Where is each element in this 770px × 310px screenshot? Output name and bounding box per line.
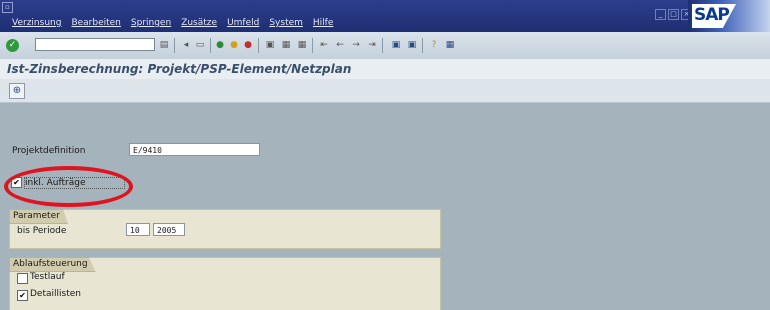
find-icon[interactable]: ▦: [280, 39, 292, 51]
shortcut-icon[interactable]: ▣: [406, 39, 418, 51]
left-arrow-icon[interactable]: ◂: [180, 39, 192, 51]
bis-periode-label: bis Periode: [17, 226, 67, 236]
previous-page-icon[interactable]: ←: [334, 39, 346, 51]
menu-hilfe[interactable]: Hilfe: [313, 18, 333, 28]
menu-bar: ▫ Verzinsung Bearbeiten Springen Zusätze…: [0, 0, 770, 32]
projektdefinition-label: Projektdefinition: [12, 146, 86, 156]
back-icon[interactable]: ●: [214, 39, 226, 51]
toolbar-separator: [312, 38, 313, 53]
create-session-icon[interactable]: ▣: [390, 39, 402, 51]
last-page-icon[interactable]: ⇥: [366, 39, 378, 51]
command-field[interactable]: [35, 38, 155, 51]
toolbar-separator: [210, 38, 211, 53]
jahr-input[interactable]: 2005: [153, 223, 185, 236]
help-icon[interactable]: ?: [428, 39, 440, 51]
minimize-icon[interactable]: _: [655, 9, 666, 20]
page-title: Ist-Zinsberechnung: Projekt/PSP-Element/…: [7, 62, 352, 76]
menu-umfeld[interactable]: Umfeld: [227, 18, 259, 28]
menu-zusaetze[interactable]: Zusätze: [181, 18, 217, 28]
print-icon[interactable]: ▣: [264, 39, 276, 51]
toolbar-separator: [422, 38, 423, 53]
enter-icon[interactable]: ✓: [6, 39, 19, 52]
sap-logo: SAP: [688, 0, 770, 32]
layout-menu-icon[interactable]: ▦: [444, 39, 456, 51]
execute-icon[interactable]: ⊕: [9, 83, 25, 99]
projektdefinition-input[interactable]: E/9410: [129, 143, 260, 156]
testlauf-checkbox[interactable]: [17, 273, 28, 284]
sap-logo-text: SAP: [694, 5, 730, 25]
periode-input[interactable]: 10: [126, 223, 150, 236]
window-controls: _ □ ×: [655, 9, 692, 20]
find-next-icon[interactable]: ▦: [296, 39, 308, 51]
detaillisten-label: Detaillisten: [30, 289, 81, 299]
exit-icon[interactable]: ●: [228, 39, 240, 51]
toolbar-separator: [258, 38, 259, 53]
first-page-icon[interactable]: ⇤: [318, 39, 330, 51]
ablaufsteuerung-group: Ablaufsteuerung: [9, 257, 441, 310]
screen-title-bar: Ist-Zinsberechnung: Projekt/PSP-Element/…: [0, 59, 770, 79]
toolbar-separator: [382, 38, 383, 53]
ablaufsteuerung-group-title: Ablaufsteuerung: [9, 257, 96, 272]
application-toolbar: ⊕: [0, 79, 770, 103]
detaillisten-checkbox[interactable]: ✔: [17, 290, 28, 301]
command-history-icon[interactable]: ▤: [158, 39, 170, 51]
menu-list: Verzinsung Bearbeiten Springen Zusätze U…: [12, 18, 333, 28]
system-menu-icon[interactable]: ▫: [2, 2, 13, 13]
save-icon[interactable]: ▭: [194, 39, 206, 51]
maximize-icon[interactable]: □: [668, 9, 679, 20]
parameter-group: Parameter: [9, 209, 441, 249]
menu-system[interactable]: System: [269, 18, 303, 28]
red-highlight-ellipse: [4, 166, 133, 207]
menu-bearbeiten[interactable]: Bearbeiten: [71, 18, 120, 28]
menu-verzinsung[interactable]: Verzinsung: [12, 18, 61, 28]
parameter-group-title: Parameter: [9, 209, 68, 224]
toolbar-separator: [174, 38, 175, 53]
cancel-icon[interactable]: ●: [242, 39, 254, 51]
testlauf-label: Testlauf: [30, 272, 65, 282]
next-page-icon[interactable]: →: [350, 39, 362, 51]
standard-toolbar: ✓ ▤ ◂ ▭ ● ● ● ▣ ▦ ▦ ⇤ ← → ⇥ ▣ ▣ ? ▦: [0, 32, 770, 60]
menu-springen[interactable]: Springen: [131, 18, 171, 28]
